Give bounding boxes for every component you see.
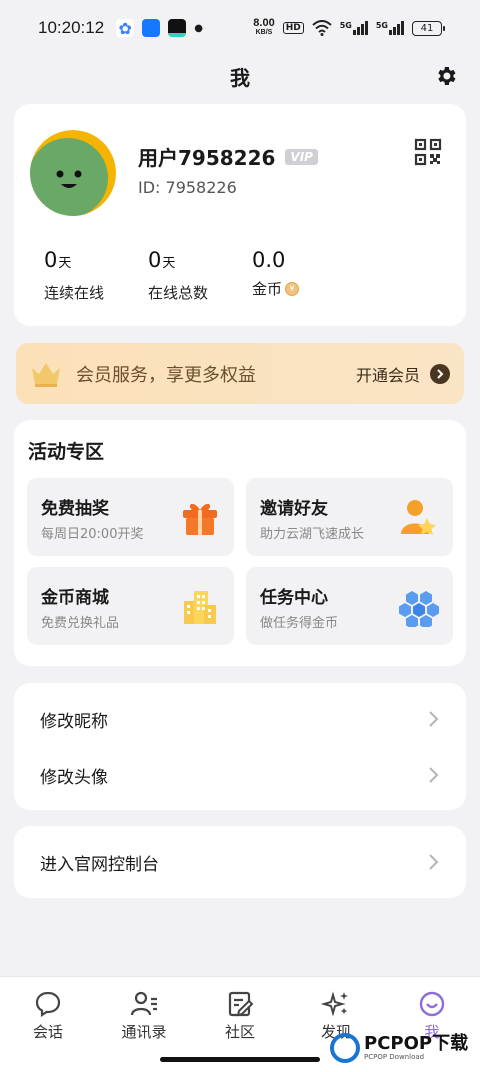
tile-subtitle: 做任务得金币 [260,616,339,631]
notification-more-dot: ● [194,22,203,34]
open-membership-button[interactable]: 开通会员 [356,362,450,386]
page-title: 我 [230,65,250,90]
chevron-right-icon [429,711,439,727]
tile-subtitle: 每周日20:00开奖 [41,527,144,542]
gear-icon [438,67,456,85]
contacts-icon [130,991,157,1016]
status-icons: 8.00 KB/S HD 5G 5G 41 [253,18,445,38]
stat-label-text: 金币 [252,280,283,298]
battery-icon: 41 [412,20,445,36]
tile-title: 金币商城 [41,588,109,608]
stat-total-online: 0天 在线总数 [148,246,252,303]
signal-icon-1: 5G [340,21,368,35]
user-name-text: 用户7958226 [138,146,276,170]
status-time: 10:20:12 [38,18,105,37]
qr-code-button[interactable] [414,138,442,166]
chevron-right-icon [429,854,439,870]
tile-task-center[interactable]: 任务中心 做任务得金币 [246,567,453,645]
chevron-right-icon [429,767,439,783]
activity-card: 活动专区 免费抽奖 每周日20:00开奖 邀请好友 助力云湖飞速成长 金币商城 … [14,420,466,666]
chat-icon [35,991,61,1018]
member-banner[interactable]: 会员服务，享更多权益 开通会员 [16,343,464,404]
watermark-sub-text: PCPOP Download [364,1053,425,1061]
list-item-official-console[interactable]: 进入官网控制台 [14,834,466,890]
notification-app-icon-2 [142,19,161,37]
tile-subtitle: 助力云湖飞速成长 [260,527,365,542]
stat-coins[interactable]: 0.0 金币 ¥ [252,246,356,303]
me-icon [419,991,445,1017]
list-item-edit-avatar[interactable]: 修改头像 [14,747,466,803]
tile-invite-friends[interactable]: 邀请好友 助力云湖飞速成长 [246,478,453,556]
crown-icon [32,362,60,387]
list-item-label: 进入官网控制台 [40,854,159,875]
tile-title: 邀请好友 [260,499,328,519]
user-id: ID: 7958226 [138,178,237,197]
stat-label: 连续在线 [44,284,105,302]
signal-label-1: 5G [339,21,352,30]
avatar-face-icon [30,130,116,216]
watermark-logo-icon [330,1033,360,1063]
tab-chat[interactable]: 会话 [0,989,96,1042]
arrow-right-icon [430,363,450,384]
stat-value: 0 [44,248,58,272]
title-bar: 我 [0,56,480,96]
tab-label: 会话 [32,1023,63,1041]
list-item-label: 修改昵称 [40,711,108,732]
stat-consecutive-online: 0天 连续在线 [44,246,148,303]
home-indicator[interactable] [160,1057,320,1062]
gift-icon [183,503,217,535]
hexagon-icon [399,591,439,627]
community-icon [228,991,254,1017]
coin-icon: ¥ [285,281,300,296]
vip-badge[interactable]: VIP [285,148,318,165]
tab-contacts[interactable]: 通讯录 [96,989,192,1042]
tile-free-lottery[interactable]: 免费抽奖 每周日20:00开奖 [27,478,234,556]
section-title: 活动专区 [28,441,105,463]
stats-row: 0天 连续在线 0天 在线总数 0.0 金币 ¥ [44,246,356,303]
qr-code-icon [414,138,442,166]
tile-subtitle: 免费兑换礼品 [41,616,120,631]
tile-title: 免费抽奖 [41,499,109,519]
discover-icon [321,991,348,1017]
stat-value: 0.0 [252,248,286,272]
stat-label: 在线总数 [148,284,209,302]
member-banner-text: 会员服务，享更多权益 [76,364,256,386]
net-speed-unit: KB/S [255,29,273,36]
hd-icon: HD [282,22,304,34]
settings-button[interactable] [432,62,460,90]
status-bar: 10:20:12 ✿ ● 8.00 KB/S HD 5G 5G 41 [0,0,480,56]
wifi-icon [312,20,332,36]
console-card: 进入官网控制台 [14,826,466,898]
watermark: PCPOP下载 PCPOP Download [330,1024,480,1072]
stat-value: 0 [148,248,162,272]
stat-label-coins: 金币 ¥ [252,278,356,299]
net-speed-value: 8.00 [253,17,275,29]
stat-unit: 天 [162,256,176,271]
profile-settings-list: 修改昵称 修改头像 [14,683,466,810]
tab-label: 通讯录 [121,1023,167,1041]
tab-community[interactable]: 社区 [192,989,288,1042]
notification-app-icon-3 [168,19,187,37]
signal-label-2: 5G [375,21,388,30]
profile-card: 用户7958226 VIP ID: 7958226 0天 连续在线 0天 在线总… [14,104,466,326]
stat-unit: 天 [58,256,72,271]
list-item-label: 修改头像 [40,767,108,788]
notification-app-icon-1: ✿ [116,19,135,38]
tab-label: 社区 [224,1023,255,1041]
avatar[interactable] [30,130,116,216]
store-icon [184,591,216,624]
tile-coin-store[interactable]: 金币商城 免费兑换礼品 [27,567,234,645]
tile-title: 任务中心 [260,588,328,608]
watermark-main-text: PCPOP下载 [364,1033,469,1054]
open-membership-label: 开通会员 [355,365,420,385]
signal-icon-2: 5G [376,21,404,35]
invite-icon [401,500,436,535]
list-item-edit-nickname[interactable]: 修改昵称 [14,691,466,747]
network-speed: 8.00 KB/S [253,18,274,38]
user-name: 用户7958226 VIP [138,142,318,171]
